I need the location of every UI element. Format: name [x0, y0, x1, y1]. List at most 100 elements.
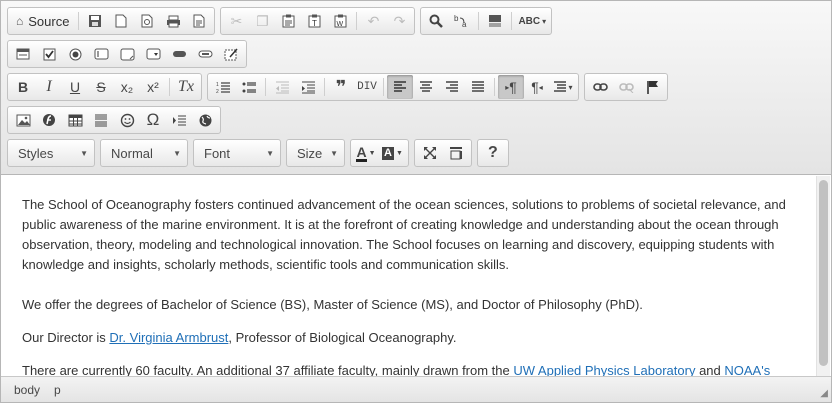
subscript-button[interactable]: x₂	[114, 75, 140, 99]
paste-word-icon[interactable]: W	[327, 9, 353, 33]
numbered-list-icon[interactable]: 12	[210, 75, 236, 99]
bold-button[interactable]: B	[10, 75, 36, 99]
bg-color-icon: A	[382, 146, 394, 160]
radio-icon[interactable]	[62, 42, 88, 66]
italic-button[interactable]: I	[36, 75, 62, 99]
undo-icon[interactable]: ↶	[360, 9, 386, 33]
strike-button[interactable]: S	[88, 75, 114, 99]
checkbox-icon[interactable]	[36, 42, 62, 66]
align-right-icon[interactable]	[439, 75, 465, 99]
paste-text-icon[interactable]: T	[301, 9, 327, 33]
separator	[478, 12, 480, 30]
text-color-button[interactable]: A ▼	[353, 141, 379, 165]
anchor-flag-icon[interactable]	[639, 75, 665, 99]
outdent-icon[interactable]	[269, 75, 295, 99]
editor-content[interactable]: The School of Oceanography fosters conti…	[1, 176, 817, 376]
templates-icon[interactable]	[186, 9, 212, 33]
rich-text-editor: ⌂ Source ✂ ❐ T W ↶ ↷ b a ABC ▾ B I U S x…	[0, 0, 832, 403]
director-link[interactable]: Dr. Virginia Armbrust	[109, 330, 228, 345]
document-group: ⌂ Source	[7, 7, 216, 35]
paragraph-director: Our Director is Dr. Virginia Armbrust, P…	[22, 328, 797, 348]
new-page-icon[interactable]	[108, 9, 134, 33]
paste-icon[interactable]	[275, 9, 301, 33]
horizontal-rule-icon[interactable]	[88, 108, 114, 132]
table-icon[interactable]	[62, 108, 88, 132]
print-icon[interactable]	[160, 9, 186, 33]
indent-icon[interactable]	[295, 75, 321, 99]
svg-text:a: a	[462, 20, 467, 28]
superscript-button[interactable]: x²	[140, 75, 166, 99]
size-dropdown[interactable]: Size ▼	[286, 139, 345, 167]
ltr-icon[interactable]: ▸ ¶	[498, 75, 524, 99]
unlink-icon[interactable]	[613, 75, 639, 99]
save-icon[interactable]	[82, 9, 108, 33]
chevron-down-icon: ▼	[368, 149, 376, 157]
path-p[interactable]: p	[54, 383, 61, 397]
bg-color-button[interactable]: A ▼	[379, 141, 406, 165]
font-dropdown[interactable]: Font ▼	[193, 139, 281, 167]
separator	[383, 78, 384, 96]
content-scrollbar[interactable]	[816, 176, 830, 376]
justify-icon[interactable]	[465, 75, 491, 99]
separator	[78, 12, 80, 30]
paragraph-group: 12 ❞ DIV ▸ ¶ ¶ ◂ ▾	[207, 73, 579, 101]
flash-icon[interactable]	[36, 108, 62, 132]
smiley-icon[interactable]	[114, 108, 140, 132]
insert-group: Ω	[7, 106, 221, 134]
toolbar-row-4: Ω	[7, 106, 226, 136]
div-button[interactable]: DIV	[354, 75, 380, 99]
page-break-icon[interactable]	[166, 108, 192, 132]
align-center-icon[interactable]	[413, 75, 439, 99]
select-icon[interactable]	[140, 42, 166, 66]
apl-link[interactable]: UW Applied Physics Laboratory	[513, 363, 695, 376]
maximize-icon[interactable]	[417, 141, 443, 165]
blockquote-button[interactable]: ❞	[328, 75, 354, 99]
scrollbar-thumb[interactable]	[819, 180, 828, 366]
resize-handle-icon[interactable]: ◢	[820, 388, 828, 399]
bulleted-list-icon[interactable]	[236, 75, 262, 99]
hidden-field-icon[interactable]	[218, 42, 244, 66]
toolbar-row-3: B I U S x₂ x² Tx 12 ❞ DIV ▸ ¶ ¶ ◂ ▾	[7, 73, 673, 103]
special-char-icon[interactable]: Ω	[140, 108, 166, 132]
image-icon[interactable]	[10, 108, 36, 132]
help-button[interactable]: ?	[480, 141, 506, 165]
text-field-icon[interactable]	[88, 42, 114, 66]
tools-group	[413, 139, 472, 167]
separator	[511, 12, 513, 30]
form-icon[interactable]	[10, 42, 36, 66]
svg-text:b: b	[454, 14, 459, 23]
toolbar-row-1: ⌂ Source ✂ ❐ T W ↶ ↷ b a ABC ▾	[7, 7, 557, 37]
replace-icon[interactable]: ba	[449, 9, 475, 33]
show-blocks-icon[interactable]	[443, 141, 469, 165]
source-label: Source	[28, 13, 70, 29]
styles-dropdown[interactable]: Styles ▼	[7, 139, 95, 167]
align-left-icon[interactable]	[387, 75, 413, 99]
format-dropdown[interactable]: Normal ▼	[100, 139, 188, 167]
select-all-icon[interactable]	[482, 9, 508, 33]
about-group: ?	[476, 139, 509, 167]
underline-button[interactable]: U	[62, 75, 88, 99]
element-path-bar: body p ◢	[1, 376, 831, 402]
source-button[interactable]: ⌂ Source	[10, 9, 75, 33]
remove-format-button[interactable]: Tx	[173, 75, 199, 99]
image-button-icon[interactable]	[192, 42, 218, 66]
noaa-link[interactable]: NOAA's	[724, 363, 770, 376]
iframe-icon[interactable]	[192, 108, 218, 132]
textarea-icon[interactable]	[114, 42, 140, 66]
separator	[494, 78, 495, 96]
forms-group	[7, 40, 247, 68]
rtl-icon[interactable]: ¶ ◂	[524, 75, 550, 99]
spellcheck-icon[interactable]: ABC ▾	[515, 9, 549, 33]
find-icon[interactable]	[423, 9, 449, 33]
source-icon: ⌂	[16, 14, 24, 28]
faculty-text-mid: and	[695, 363, 725, 376]
path-body[interactable]: body	[14, 383, 40, 397]
button-icon[interactable]	[166, 42, 192, 66]
link-icon[interactable]	[587, 75, 613, 99]
copy-icon[interactable]: ❐	[249, 9, 275, 33]
cut-icon[interactable]: ✂	[223, 9, 249, 33]
language-icon[interactable]: ▾	[550, 75, 576, 99]
preview-icon[interactable]	[134, 9, 160, 33]
separator	[265, 78, 266, 96]
redo-icon[interactable]: ↷	[386, 9, 412, 33]
